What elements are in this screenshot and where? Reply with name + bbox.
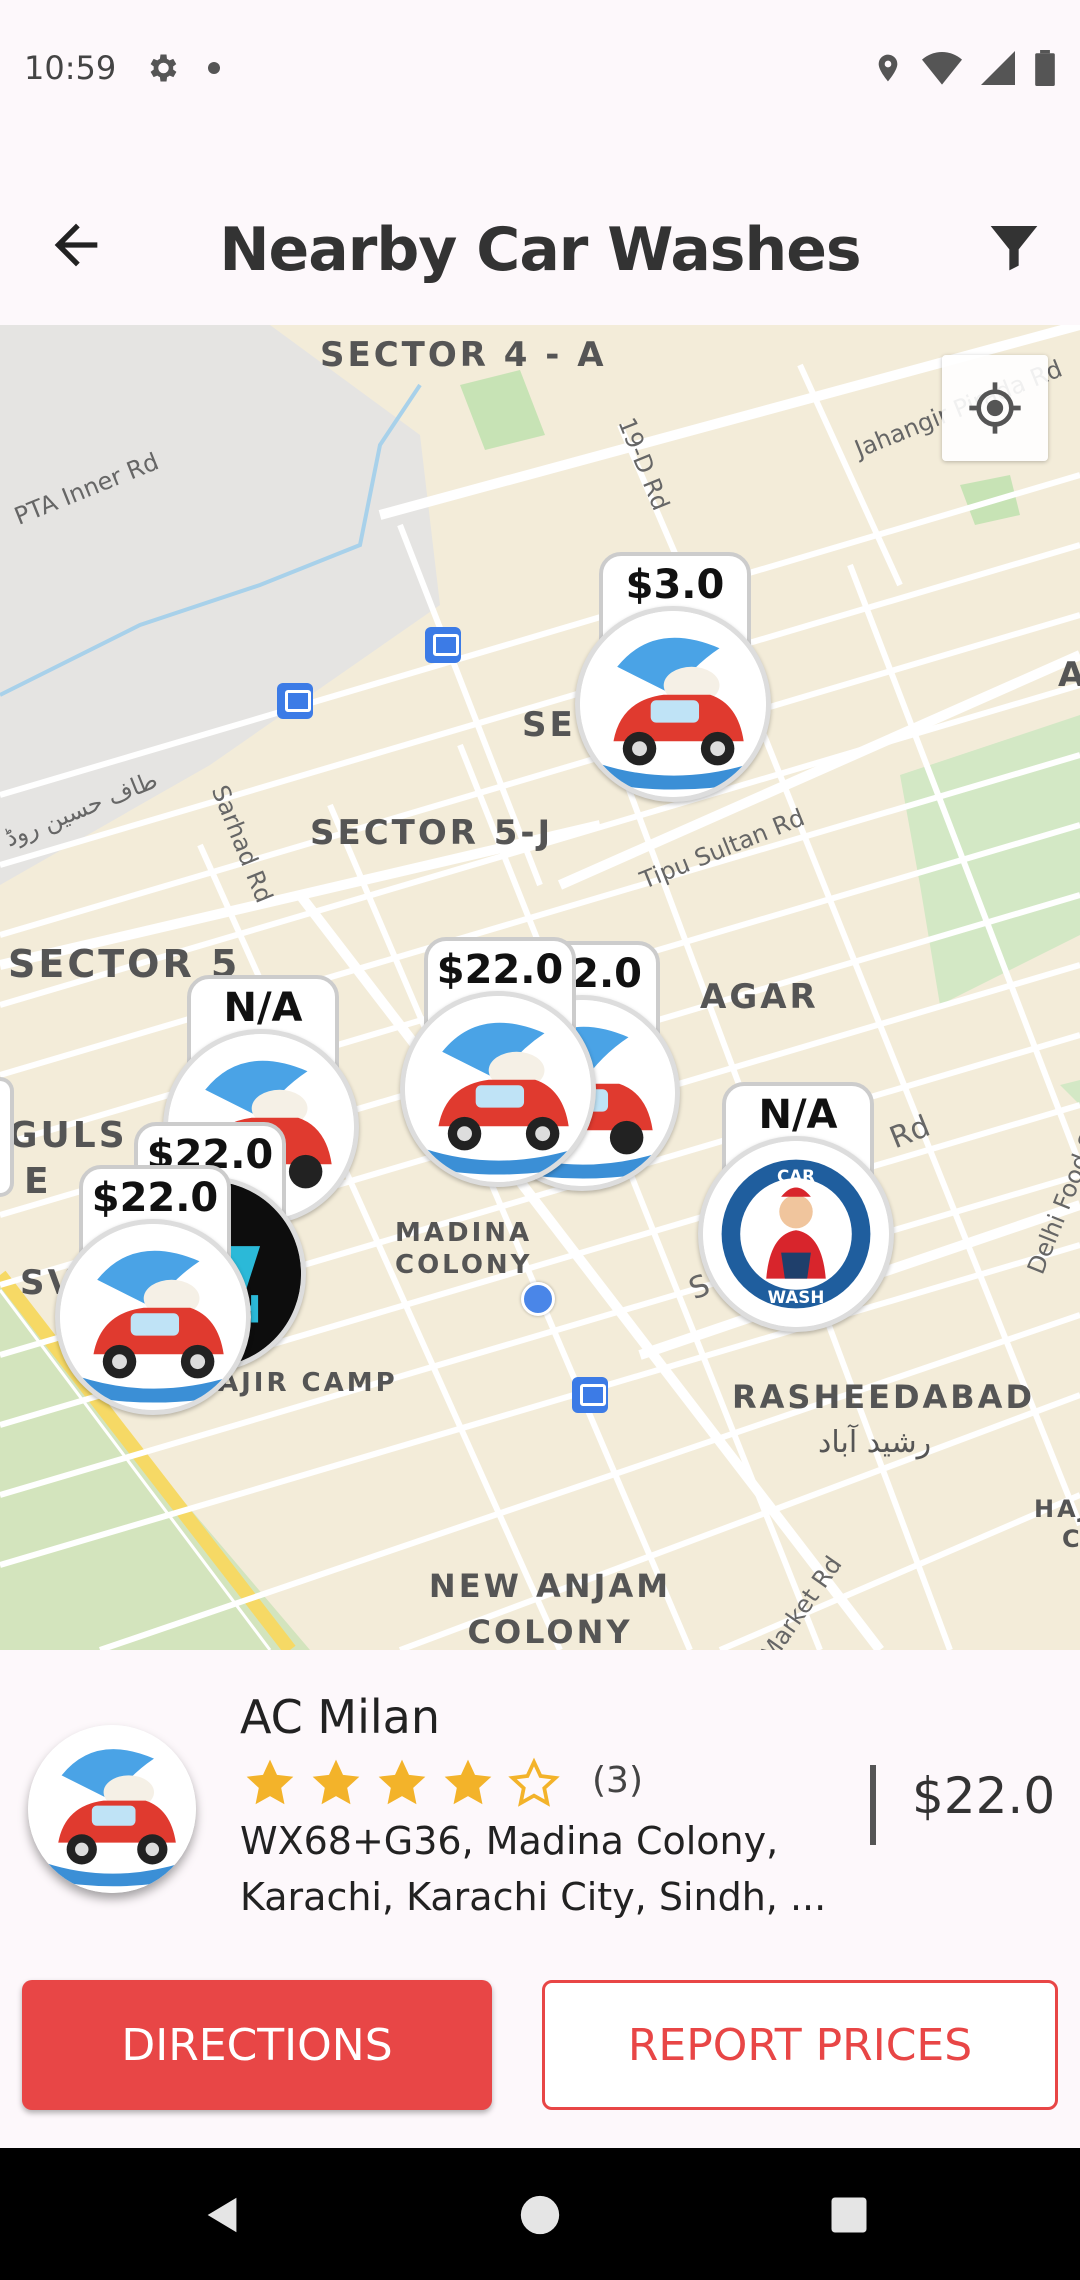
- red-car-wash-logo: [400, 991, 596, 1187]
- marker-price: $3.0: [625, 562, 725, 608]
- bus-stop-icon: [425, 627, 461, 663]
- map-label-agar: AGAR: [700, 977, 819, 1017]
- crosshair-icon: [969, 382, 1021, 434]
- current-location-dot: [521, 1282, 555, 1316]
- map-label-rasheedabad: RASHEEDABAD: [732, 1378, 1035, 1416]
- rating-count: (3): [592, 1760, 643, 1801]
- star-filled-icon: [312, 1759, 360, 1805]
- settings-icon: [150, 54, 177, 81]
- status-time: 10:59: [24, 48, 117, 87]
- star-filled-icon: [378, 1759, 426, 1805]
- directions-button[interactable]: DIRECTIONS: [22, 1980, 492, 2110]
- notification-dot-icon: [208, 61, 221, 74]
- map-view[interactable]: SECTOR 4 - A SECTOR 5-J SECTOR 5 MADINA …: [0, 325, 1080, 1650]
- marker-price: N/A: [758, 1092, 838, 1138]
- page-title: Nearby Car Washes: [219, 215, 861, 285]
- app-bar: Nearby Car Washes: [0, 175, 1080, 325]
- star-filled-icon: [246, 1759, 294, 1805]
- red-car-wash-logo: [575, 606, 771, 802]
- svg-text:WASH: WASH: [768, 1287, 825, 1307]
- marker-price: N/A: [223, 985, 303, 1031]
- car-wash-thumbnail: [28, 1725, 196, 1893]
- system-nav-bar: [0, 2148, 1080, 2280]
- my-location-button[interactable]: [942, 355, 1048, 461]
- home-nav-icon[interactable]: [517, 2192, 563, 2238]
- map-label-sector-4a: SECTOR 4 - A: [320, 335, 607, 375]
- price-divider: [870, 1765, 876, 1845]
- star-rating: [242, 1755, 562, 1811]
- red-car-wash-logo: [55, 1219, 251, 1415]
- map-label-madina-colony: MADINA COLONY: [395, 1218, 533, 1280]
- car-wash-marker[interactable]: $3.0: [575, 552, 775, 812]
- report-prices-button[interactable]: REPORT PRICES: [542, 1980, 1058, 2110]
- bus-stop-icon: [277, 683, 313, 719]
- car-wash-name: AC Milan: [240, 1690, 440, 1744]
- bus-stop-icon: [572, 1377, 608, 1413]
- map-marker-edge: [0, 1077, 14, 1197]
- battery-icon: [1035, 49, 1055, 86]
- car-wash-marker[interactable]: $22.0: [400, 937, 600, 1197]
- map-label-haj: HAJ: [1034, 1495, 1080, 1523]
- star-empty-icon: [508, 1757, 560, 1807]
- svg-text:CAR: CAR: [777, 1166, 815, 1186]
- marker-price: $22.0: [436, 947, 564, 993]
- map-label-se: SE: [522, 705, 576, 745]
- back-nav-icon[interactable]: [200, 2192, 246, 2238]
- car-wash-details-card[interactable]: AC Milan (3) WX68+G36, Madina Colony, Ka…: [0, 1650, 1080, 2150]
- car-wash-price: $22.0: [912, 1767, 1056, 1825]
- status-bar: 10:59: [0, 0, 1080, 135]
- map-label-e: E: [24, 1161, 52, 1202]
- signal-icon: [981, 50, 1015, 85]
- car-wash-marker[interactable]: N/A CAR WASH: [698, 1082, 898, 1342]
- blue-car-wash-logo: CAR WASH: [698, 1136, 894, 1332]
- map-label-sector-5j: SECTOR 5-J: [310, 813, 554, 853]
- recents-nav-icon[interactable]: [828, 2194, 870, 2236]
- map-label-rasheedabad-urdu: رشید آباد: [818, 1425, 932, 1460]
- car-wash-address: WX68+G36, Madina Colony, Karachi, Karach…: [240, 1819, 827, 1919]
- map-label-c: C: [1062, 1525, 1080, 1553]
- car-wash-marker[interactable]: $22.0: [55, 1165, 255, 1425]
- filter-icon[interactable]: [986, 219, 1042, 275]
- location-pin-icon: [878, 54, 898, 81]
- marker-price: $22.0: [91, 1175, 219, 1221]
- wifi-icon: [922, 51, 962, 85]
- map-label-new-anjam-colony: NEW ANJAM COLONY: [428, 1567, 672, 1650]
- map-label-a: A: [1058, 655, 1080, 695]
- star-filled-icon: [444, 1759, 492, 1805]
